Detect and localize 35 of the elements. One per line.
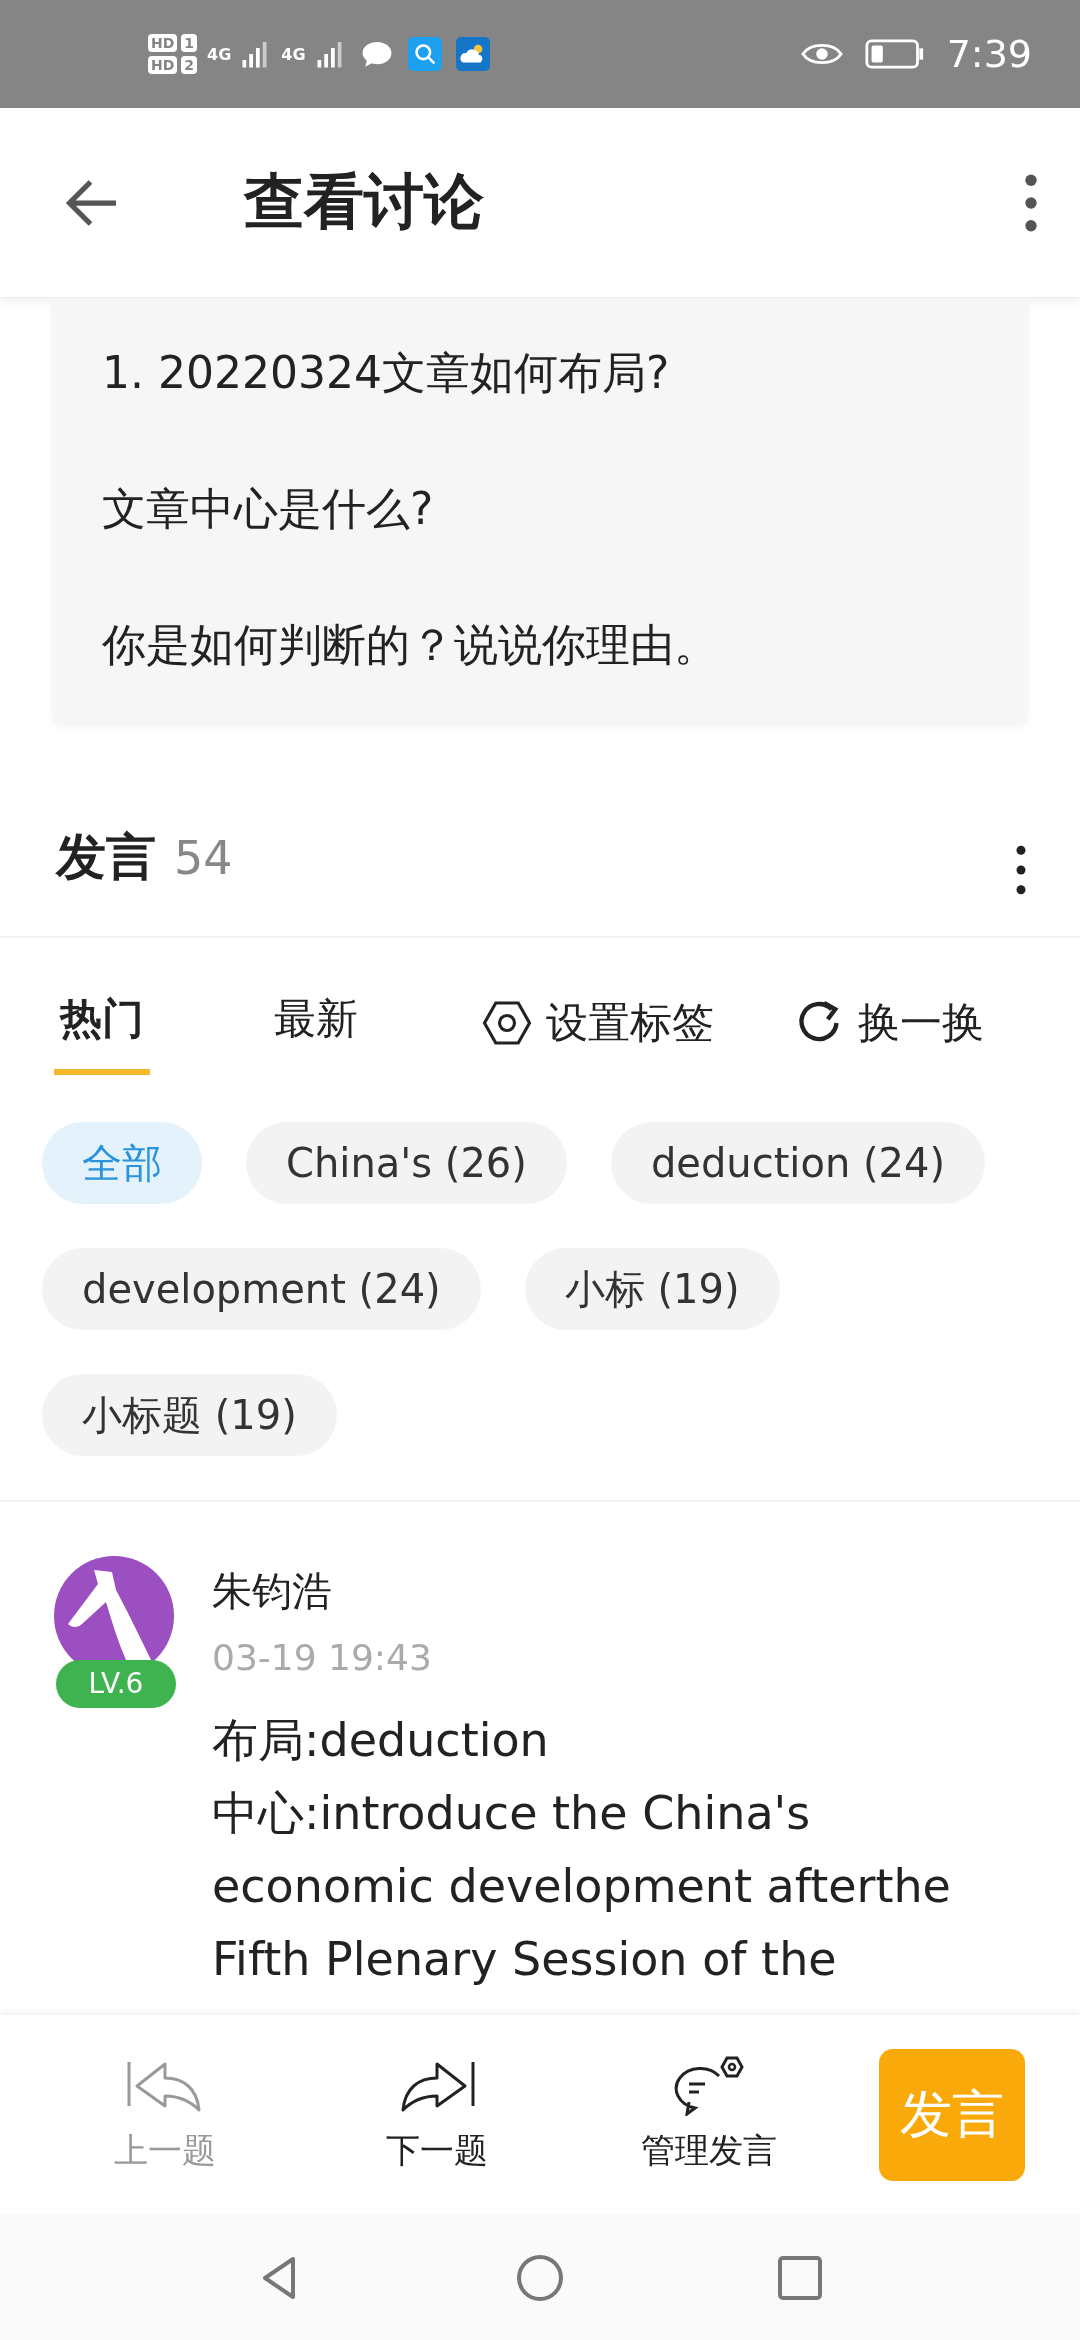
tag-chip[interactable]: China's (26) xyxy=(246,1122,567,1204)
page-title: 查看讨论 xyxy=(244,165,484,238)
post-text: 布局:deduction xyxy=(212,1712,550,1769)
set-tags-button[interactable]: 设置标签 xyxy=(546,995,714,1051)
sim-number: 1 xyxy=(181,34,198,52)
tag-chip[interactable]: development (24) xyxy=(42,1248,481,1330)
battery-icon xyxy=(864,38,925,70)
weather-app-icon xyxy=(455,37,490,71)
tag-chip[interactable]: 小标 (19) xyxy=(524,1248,780,1330)
section-title: 发言 xyxy=(56,827,156,888)
hd-label: HD xyxy=(148,56,178,74)
question-text: 你是如何判断的？说说你理由。 xyxy=(102,618,719,672)
tag-chip[interactable]: deduction (24) xyxy=(610,1122,986,1204)
next-question-button[interactable]: 下一题 xyxy=(332,2056,542,2174)
network-label: 4G xyxy=(207,44,232,64)
tab[interactable]: 热门 xyxy=(54,971,150,1075)
post-count: 54 xyxy=(174,831,233,885)
post-time: 03-19 19:43 xyxy=(212,1637,432,1678)
tag-chip[interactable]: 小标题 (19) xyxy=(42,1374,337,1456)
level-badge: LV.6 xyxy=(56,1660,176,1708)
network-label: 4G xyxy=(281,44,306,64)
question-text: 1. 20220324文章如何布局? xyxy=(102,346,671,400)
home-nav-icon[interactable] xyxy=(515,2252,565,2303)
question-text: 文章中心是什么? xyxy=(102,482,435,536)
sim-number: 2 xyxy=(181,56,198,74)
clock: 7:39 xyxy=(946,32,1032,76)
hexagon-icon[interactable] xyxy=(482,998,532,1048)
author-name: 朱钧浩 xyxy=(212,1567,332,1616)
search-app-icon xyxy=(407,37,442,71)
manage-posts-button[interactable]: 管理发言 xyxy=(604,2056,814,2174)
post-text: 中心:introduce the China's economic development afterthe Fifth Plenary Session of the xyxy=(212,1785,952,1988)
tab[interactable]: 最新 xyxy=(268,971,364,1075)
hd-label: HD xyxy=(148,34,178,52)
shuffle-button[interactable]: 换一换 xyxy=(858,995,984,1051)
more-menu-icon[interactable] xyxy=(1014,843,1028,897)
